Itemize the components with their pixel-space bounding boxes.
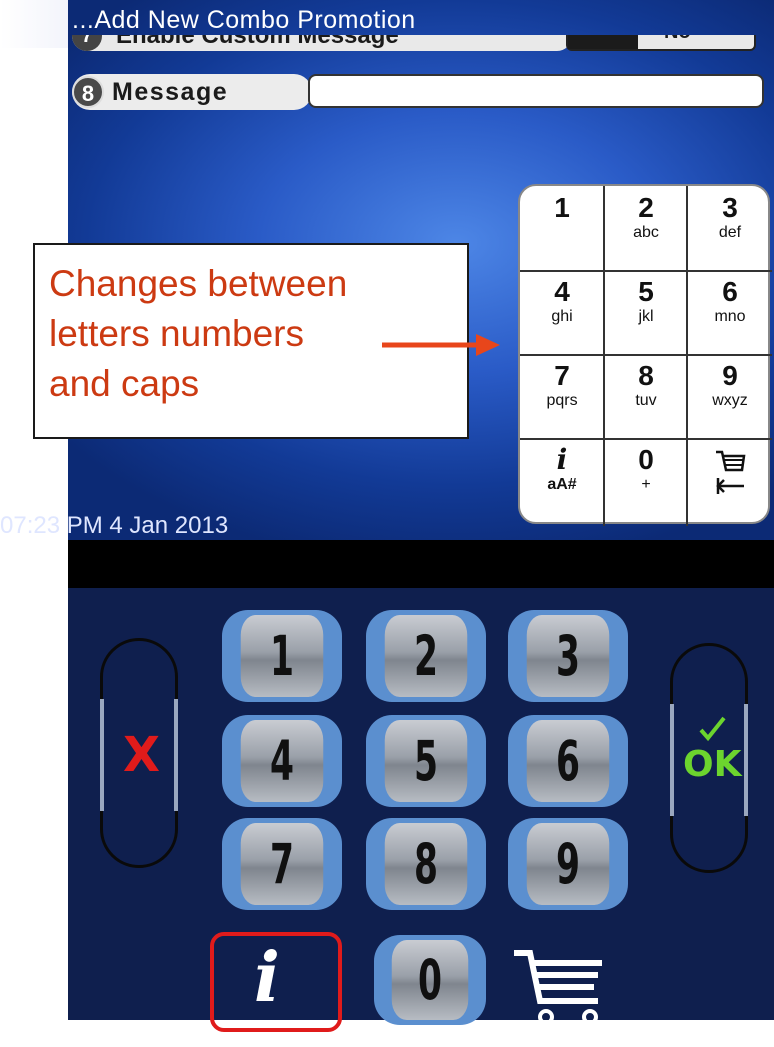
key-digit: 6: [722, 276, 738, 307]
key-label: 1: [269, 623, 294, 689]
toggle-knob: [568, 35, 638, 49]
key-digit: 8: [638, 360, 654, 391]
keypad-key-0[interactable]: 0: [374, 935, 486, 1025]
key-digit: 4: [554, 276, 570, 307]
key-digit: 0: [638, 444, 654, 475]
key-label: 5: [413, 728, 438, 794]
key-label: 6: [555, 728, 580, 794]
checkmark-icon: [699, 716, 726, 742]
key-letters: ghi: [551, 308, 573, 325]
key-letters: mno: [714, 308, 746, 325]
ok-label: OK: [683, 744, 742, 785]
row-label: Enable Custom Message: [72, 35, 572, 51]
info-icon: i: [556, 443, 568, 476]
info-i-icon: i: [254, 938, 280, 1018]
timestamp: 07:23 PM 4 Jan 2013: [0, 512, 229, 539]
ok-button[interactable]: OK: [670, 643, 748, 873]
message-label: Message: [112, 78, 229, 106]
callout-line: and caps: [49, 363, 200, 404]
key-label: 3: [555, 623, 580, 689]
enable-custom-message-row[interactable]: Enable Custom Message 7 No: [72, 35, 772, 55]
callout-line: Changes between: [49, 263, 348, 304]
screen-bezel: [68, 540, 774, 588]
key-label: 7: [269, 831, 294, 897]
onscreen-key-8[interactable]: 8 tuv: [604, 354, 688, 439]
key-label: 4: [269, 728, 294, 794]
onscreen-key-1[interactable]: 1: [520, 186, 604, 271]
onscreen-key-3[interactable]: 3 def: [688, 186, 772, 271]
callout-arrow-icon: [382, 334, 500, 356]
key-letters: aA#: [547, 476, 577, 493]
keypad-key-4[interactable]: 4: [222, 715, 342, 807]
info-mode-key[interactable]: i: [210, 932, 342, 1032]
onscreen-key-6[interactable]: 6 mno: [688, 270, 772, 355]
key-digit: 5: [638, 276, 654, 307]
button-rail: [670, 704, 674, 816]
key-letters: tuv: [635, 392, 657, 409]
keypad-key-8[interactable]: 8: [366, 818, 486, 910]
key-digit: 7: [554, 360, 570, 391]
keypad-key-6[interactable]: 6: [508, 715, 628, 807]
key-digit: 9: [722, 360, 738, 391]
onscreen-key-mode[interactable]: i aA#: [520, 438, 604, 523]
button-rail: [744, 704, 748, 816]
keypad-key-1[interactable]: 1: [222, 610, 342, 702]
keypad-key-3[interactable]: 3: [508, 610, 628, 702]
onscreen-key-0[interactable]: 0 +: [604, 438, 688, 523]
key-letters: abc: [633, 224, 659, 241]
key-digit: 1: [554, 192, 570, 223]
custom-message-toggle[interactable]: No: [566, 35, 756, 51]
cart-icon[interactable]: [510, 945, 610, 1027]
keypad-key-9[interactable]: 9: [508, 818, 628, 910]
key-digit: 2: [638, 192, 654, 223]
message-row-number: 8: [72, 76, 104, 108]
key-digit: 3: [722, 192, 738, 223]
key-label: 9: [555, 831, 580, 897]
onscreen-key-5[interactable]: 5 jkl: [604, 270, 688, 355]
key-letters: +: [641, 476, 651, 493]
onscreen-key-cart[interactable]: [688, 438, 772, 523]
keypad-key-2[interactable]: 2: [366, 610, 486, 702]
button-rail: [100, 699, 104, 811]
onscreen-key-2[interactable]: 2 abc: [604, 186, 688, 271]
key-letters: def: [718, 224, 742, 241]
message-input[interactable]: [308, 74, 764, 108]
key-label: 8: [413, 831, 438, 897]
cart-backspace-icon: [716, 450, 746, 494]
key-letters: wxyz: [712, 392, 748, 409]
key-letters: pqrs: [546, 392, 578, 409]
onscreen-key-7[interactable]: 7 pqrs: [520, 354, 604, 439]
key-letters: jkl: [638, 308, 654, 325]
button-rail: [174, 699, 178, 811]
keypad-key-5[interactable]: 5: [366, 715, 486, 807]
keypad-key-7[interactable]: 7: [222, 818, 342, 910]
key-label: 0: [417, 947, 442, 1013]
onscreen-keypad: 1 2 abc 3 def 4 ghi 5 jkl 6 mno 7 pqrs 8: [518, 184, 772, 526]
onscreen-key-9[interactable]: 9 wxyz: [688, 354, 772, 439]
key-label: 2: [413, 623, 438, 689]
onscreen-key-4[interactable]: 4 ghi: [520, 270, 604, 355]
cancel-x-icon: X: [123, 727, 161, 783]
cancel-button[interactable]: X: [100, 638, 178, 868]
toggle-value: No: [664, 35, 691, 44]
screen-title: ...Add New Combo Promotion: [72, 6, 416, 34]
